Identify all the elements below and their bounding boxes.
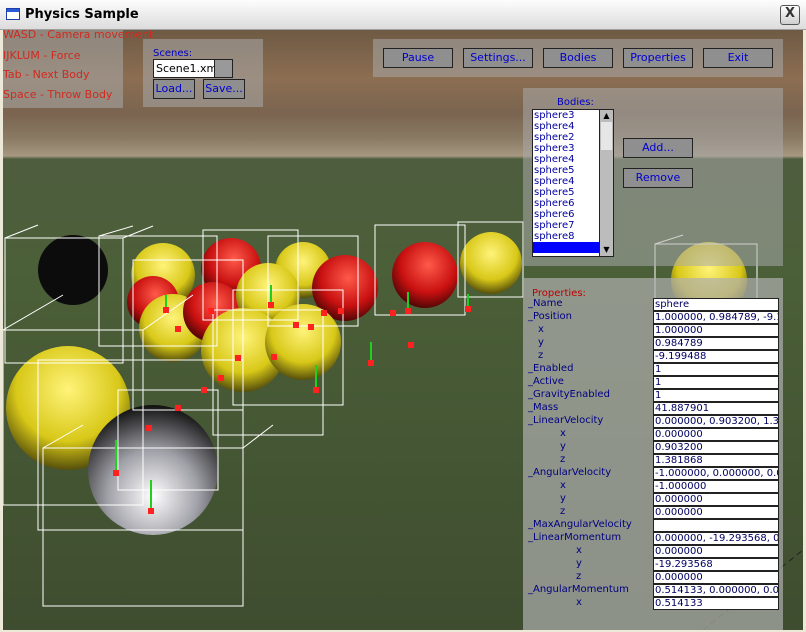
load-button[interactable]: Load...: [153, 79, 195, 99]
close-button[interactable]: X: [780, 5, 800, 25]
body-list-item[interactable]: sphere4: [533, 176, 599, 187]
hints-panel: WASD - Camera movement IJKLUM - Force Ta…: [3, 30, 153, 108]
bodies-button[interactable]: Bodies: [543, 48, 613, 68]
property-value-field[interactable]: 1.000000: [653, 324, 779, 337]
body-list-item[interactable]: sphere3: [533, 143, 599, 154]
hint-force: IJKLUM - Force: [3, 49, 81, 62]
property-value-field[interactable]: -1.000000: [653, 480, 779, 493]
window-icon: [6, 8, 20, 20]
remove-body-button[interactable]: Remove: [623, 168, 693, 188]
body-list-item[interactable]: sphere6: [533, 198, 599, 209]
property-value-field[interactable]: -9.199488: [653, 350, 779, 363]
property-name: x: [576, 545, 582, 556]
property-value-field[interactable]: 0.000000, -19.293568, 0.00: [653, 532, 779, 545]
property-value-field[interactable]: 0.000000, 0.903200, 1.3818: [653, 415, 779, 428]
property-value-field[interactable]: -19.293568: [653, 558, 779, 571]
body-list-item[interactable]: sphere4: [533, 121, 599, 132]
property-value-field[interactable]: 1.000000, 0.984789, -9.199: [653, 311, 779, 324]
property-name: z: [560, 454, 566, 465]
property-value-field[interactable]: 0.000000: [653, 493, 779, 506]
property-value-field[interactable]: 0.514133: [653, 597, 779, 610]
property-value-field[interactable]: 0.000000: [653, 428, 779, 441]
property-name: z: [560, 506, 566, 517]
property-name: _MaxAngularVelocity: [528, 519, 632, 530]
body-list-item[interactable]: sphere6: [533, 209, 599, 220]
property-name: y: [560, 493, 566, 504]
hint-camera: WASD - Camera movement: [3, 30, 154, 41]
scenes-label: Scenes:: [153, 48, 193, 59]
property-name: x: [538, 324, 544, 335]
body-list-item[interactable]: sphere5: [533, 187, 599, 198]
property-name: _Mass: [528, 402, 559, 413]
pause-button[interactable]: Pause: [383, 48, 453, 68]
scroll-up-icon[interactable]: ▲: [600, 110, 613, 122]
property-name: _GravityEnabled: [528, 389, 610, 400]
scroll-down-icon[interactable]: ▼: [600, 244, 613, 256]
property-value-field[interactable]: -1.000000, 0.000000, 0.000: [653, 467, 779, 480]
body-list-item[interactable]: sphere8: [533, 231, 599, 242]
body-list-item[interactable]: sphere4: [533, 154, 599, 165]
property-name: x: [576, 597, 582, 608]
property-value-field[interactable]: 1: [653, 363, 779, 376]
scene-file-input[interactable]: Scene1.xml: [153, 59, 220, 78]
viewport-3d[interactable]: WASD - Camera movement IJKLUM - Force Ta…: [3, 30, 803, 630]
save-button[interactable]: Save...: [203, 79, 245, 99]
property-name: y: [538, 337, 544, 348]
property-name: _LinearVelocity: [528, 415, 604, 426]
hint-next-body: Tab - Next Body: [3, 68, 90, 81]
add-body-button[interactable]: Add...: [623, 138, 693, 158]
property-name: z: [538, 350, 544, 361]
property-value-field[interactable]: 1: [653, 376, 779, 389]
property-value-field[interactable]: 0.000000: [653, 506, 779, 519]
property-name: y: [576, 558, 582, 569]
property-name: x: [560, 480, 566, 491]
bodies-list-scrollbar[interactable]: ▲ ▼: [600, 109, 614, 257]
property-name: _Active: [528, 376, 564, 387]
window-title: Physics Sample: [25, 7, 139, 22]
property-value-field[interactable]: 0.000000: [653, 545, 779, 558]
scrollbar-thumb[interactable]: [601, 122, 612, 150]
property-name: _AngularMomentum: [528, 584, 629, 595]
hint-throw-body: Space - Throw Body: [3, 88, 113, 101]
body-list-item[interactable]: sphere2: [533, 132, 599, 143]
property-value-field[interactable]: 41.887901: [653, 402, 779, 415]
property-value-field[interactable]: sphere: [653, 298, 779, 311]
property-value-field[interactable]: 0.514133, 0.000000, 0.0000: [653, 584, 779, 597]
property-value-field[interactable]: 0.984789: [653, 337, 779, 350]
property-name: y: [560, 441, 566, 452]
body-list-item[interactable]: sphere3: [533, 110, 599, 121]
property-name: x: [560, 428, 566, 439]
property-name: _LinearMomentum: [528, 532, 622, 543]
body-list-item[interactable]: [533, 242, 599, 253]
property-value-field[interactable]: 1: [653, 389, 779, 402]
property-value-field[interactable]: [653, 519, 779, 532]
property-name: _Name: [528, 298, 563, 309]
property-value-field[interactable]: 0.903200: [653, 441, 779, 454]
body-list-item[interactable]: sphere5: [533, 165, 599, 176]
property-name: _AngularVelocity: [528, 467, 612, 478]
bodies-list[interactable]: sphere3 sphere4 sphere2 sphere3 sphere4 spher…: [532, 109, 600, 257]
settings-button[interactable]: Settings...: [463, 48, 533, 68]
exit-button[interactable]: Exit: [703, 48, 773, 68]
property-name: _Enabled: [528, 363, 574, 374]
property-value-field[interactable]: 0.000000: [653, 571, 779, 584]
property-name: _Position: [528, 311, 572, 322]
body-list-item[interactable]: sphere7: [533, 220, 599, 231]
scene-dropdown-button[interactable]: [214, 59, 233, 78]
property-value-field[interactable]: 1.381868: [653, 454, 779, 467]
bodies-label: Bodies:: [557, 97, 594, 108]
properties-button[interactable]: Properties: [623, 48, 693, 68]
title-bar[interactable]: Physics Sample X: [0, 0, 806, 30]
property-name: z: [576, 571, 582, 582]
